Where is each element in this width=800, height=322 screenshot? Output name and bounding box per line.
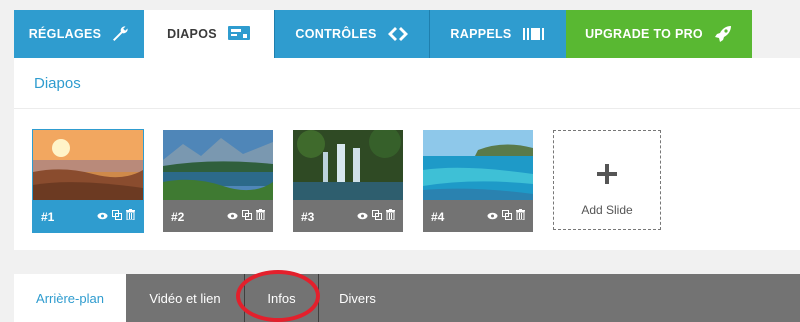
trash-icon[interactable] bbox=[126, 209, 135, 223]
tab-rappels-label: RAPPELS bbox=[450, 27, 512, 41]
slide-number: #3 bbox=[301, 210, 315, 224]
divider bbox=[14, 108, 800, 109]
duplicate-icon[interactable] bbox=[502, 209, 512, 223]
add-slide-label: Add Slide bbox=[581, 203, 633, 217]
slide-1-thumbnail[interactable] bbox=[33, 130, 143, 200]
slides-panel: Diapos #1 #2 #3 #4 Add Slide bbox=[14, 58, 800, 250]
subtab-infos[interactable]: Infos bbox=[244, 274, 318, 322]
tab-upgrade-label: UPGRADE TO PRO bbox=[585, 27, 703, 41]
subtab-arriere-plan[interactable]: Arrière-plan bbox=[14, 274, 126, 322]
trash-icon[interactable] bbox=[386, 209, 395, 223]
subtab-label: Vidéo et lien bbox=[149, 290, 221, 306]
tab-rappels[interactable]: RAPPELS bbox=[429, 10, 566, 58]
panel-title: Diapos bbox=[34, 75, 81, 92]
tab-diapos[interactable]: DIAPOS bbox=[144, 10, 274, 58]
subtab-video-et-lien[interactable]: Vidéo et lien bbox=[126, 274, 244, 322]
tab-reglages-label: RÉGLAGES bbox=[28, 27, 102, 41]
slide-number: #2 bbox=[171, 210, 185, 224]
tab-diapos-label: DIAPOS bbox=[167, 27, 217, 41]
trash-icon[interactable] bbox=[256, 209, 265, 223]
slide-1-toolbar: #1 bbox=[33, 200, 143, 232]
subtab-label: Infos bbox=[267, 290, 296, 306]
eye-icon[interactable] bbox=[487, 209, 498, 223]
add-slide-button[interactable]: Add Slide bbox=[553, 130, 661, 230]
eye-icon[interactable] bbox=[227, 209, 238, 223]
arrows-icon bbox=[387, 26, 409, 42]
subtab-label: Divers bbox=[339, 290, 376, 306]
slides-icon bbox=[227, 25, 251, 43]
slide-4-thumbnail[interactable] bbox=[423, 130, 533, 200]
wrench-icon bbox=[111, 25, 129, 43]
tab-reglages[interactable]: RÉGLAGES bbox=[14, 10, 144, 58]
slide-4-toolbar: #4 bbox=[423, 200, 533, 232]
top-tab-bar: RÉGLAGES DIAPOS CONTRÔLES RAPPELS UPGRAD… bbox=[0, 0, 800, 62]
duplicate-icon[interactable] bbox=[242, 209, 252, 223]
duplicate-icon[interactable] bbox=[112, 209, 122, 223]
slide-3-toolbar: #3 bbox=[293, 200, 403, 232]
tab-controles-label: CONTRÔLES bbox=[295, 27, 377, 41]
subtab-label: Arrière-plan bbox=[36, 290, 104, 306]
slide-number: #1 bbox=[41, 210, 55, 224]
slide-number: #4 bbox=[431, 210, 445, 224]
subtab-divers[interactable]: Divers bbox=[318, 274, 396, 322]
slide-3-thumbnail[interactable] bbox=[293, 130, 403, 200]
tab-upgrade-to-pro[interactable]: UPGRADE TO PRO bbox=[566, 10, 752, 58]
rocket-icon bbox=[713, 24, 733, 44]
slide-2[interactable]: #2 bbox=[163, 130, 273, 232]
trash-icon[interactable] bbox=[516, 209, 525, 223]
eye-icon[interactable] bbox=[357, 209, 368, 223]
slide-3[interactable]: #3 bbox=[293, 130, 403, 232]
slide-2-toolbar: #2 bbox=[163, 200, 273, 232]
duplicate-icon[interactable] bbox=[372, 209, 382, 223]
eye-icon[interactable] bbox=[97, 209, 108, 223]
slide-2-thumbnail[interactable] bbox=[163, 130, 273, 200]
carousel-icon bbox=[522, 26, 546, 42]
slide-4[interactable]: #4 bbox=[423, 130, 533, 232]
sub-tab-bar: Arrière-plan Vidéo et lien Infos Divers bbox=[14, 274, 800, 322]
tab-controles[interactable]: CONTRÔLES bbox=[274, 10, 429, 58]
slide-1[interactable]: #1 bbox=[32, 129, 144, 233]
plus-icon bbox=[554, 163, 660, 185]
